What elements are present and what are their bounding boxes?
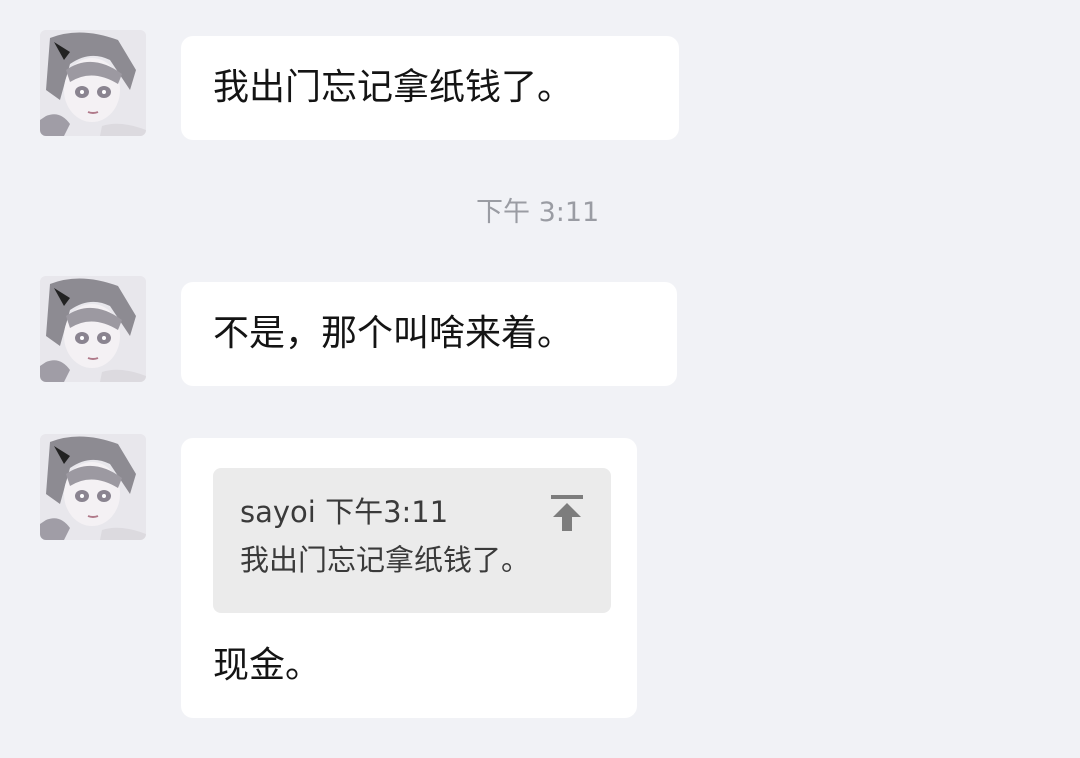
message-bubble[interactable]: 不是，那个叫啥来着。 bbox=[181, 282, 677, 386]
quote-sender: sayoi bbox=[240, 495, 316, 529]
avatar[interactable] bbox=[40, 434, 146, 540]
quoted-message[interactable]: sayoi 下午3:11 我出门忘记拿纸钱了。 bbox=[213, 468, 611, 613]
anime-girl-avatar-icon bbox=[40, 276, 146, 382]
message-bubble[interactable]: sayoi 下午3:11 我出门忘记拿纸钱了。 现金。 bbox=[181, 438, 637, 718]
message-text: 我出门忘记拿纸钱了。 bbox=[213, 67, 574, 108]
avatar[interactable] bbox=[40, 30, 146, 136]
quote-text: 我出门忘记拿纸钱了。 bbox=[240, 543, 531, 577]
avatar[interactable] bbox=[40, 276, 146, 382]
quote-time: 下午3:11 bbox=[325, 495, 449, 529]
message-text: 不是，那个叫啥来着。 bbox=[213, 313, 574, 354]
jump-to-top-icon[interactable] bbox=[549, 493, 585, 533]
message-text: 现金。 bbox=[213, 645, 322, 686]
message-bubble[interactable]: 我出门忘记拿纸钱了。 bbox=[181, 36, 679, 140]
anime-girl-avatar-icon bbox=[40, 30, 146, 136]
timestamp-text: 下午 3:11 bbox=[476, 197, 600, 228]
chat-area: 我出门忘记拿纸钱了。 下午 3:11 不是，那个叫啥来着。 sayoi 下午3:… bbox=[0, 0, 1080, 758]
anime-girl-avatar-icon bbox=[40, 434, 146, 540]
